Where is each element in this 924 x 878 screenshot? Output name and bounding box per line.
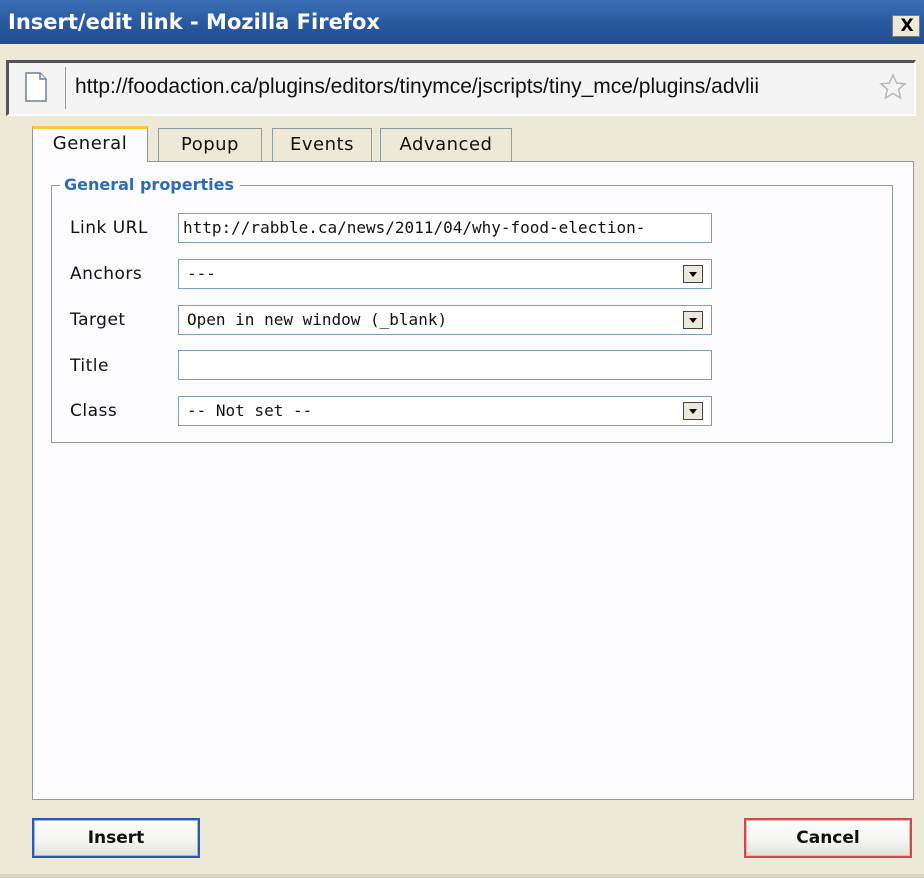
cancel-button[interactable]: Cancel xyxy=(744,818,912,858)
title-input[interactable] xyxy=(178,350,712,380)
tab-events[interactable]: Events xyxy=(272,128,372,161)
class-select[interactable]: -- Not set -- xyxy=(178,396,712,426)
tab-general[interactable]: General xyxy=(32,126,148,162)
insert-button[interactable]: Insert xyxy=(32,818,200,858)
anchors-select[interactable]: --- xyxy=(178,259,712,289)
class-label: Class xyxy=(70,401,118,421)
title-bar[interactable]: Insert/edit link - Mozilla Firefox X xyxy=(0,0,924,44)
tab-popup[interactable]: Popup xyxy=(158,128,262,161)
window-bottom-edge xyxy=(0,874,924,878)
chevron-down-icon[interactable] xyxy=(683,402,703,420)
chevron-down-icon[interactable] xyxy=(683,311,703,329)
target-select[interactable]: Open in new window (_blank) xyxy=(178,305,712,335)
page-icon xyxy=(25,72,47,102)
address-separator xyxy=(65,67,66,109)
link-url-label: Link URL xyxy=(70,218,148,238)
address-bar: http://foodaction.ca/plugins/editors/tin… xyxy=(6,60,916,116)
tab-advanced[interactable]: Advanced xyxy=(380,128,512,161)
fieldset-legend: General properties xyxy=(60,173,241,197)
chevron-down-icon[interactable] xyxy=(683,265,703,283)
star-icon[interactable] xyxy=(878,72,908,102)
anchors-value: --- xyxy=(187,264,216,283)
dialog-window: Insert/edit link - Mozilla Firefox X htt… xyxy=(0,0,924,878)
general-properties-fieldset: General properties Link URL http://rabbl… xyxy=(51,173,893,443)
general-panel: General properties Link URL http://rabbl… xyxy=(32,161,914,800)
title-label: Title xyxy=(70,356,109,376)
target-value: Open in new window (_blank) xyxy=(187,310,448,329)
link-url-input[interactable]: http://rabble.ca/news/2011/04/why-food-e… xyxy=(178,213,712,243)
close-icon: X xyxy=(900,16,914,36)
window-title: Insert/edit link - Mozilla Firefox xyxy=(8,10,380,34)
url-field[interactable]: http://foodaction.ca/plugins/editors/tin… xyxy=(75,72,875,102)
anchors-label: Anchors xyxy=(70,264,143,284)
close-button[interactable]: X xyxy=(892,15,920,37)
class-value: -- Not set -- xyxy=(187,401,313,420)
target-label: Target xyxy=(70,310,126,330)
